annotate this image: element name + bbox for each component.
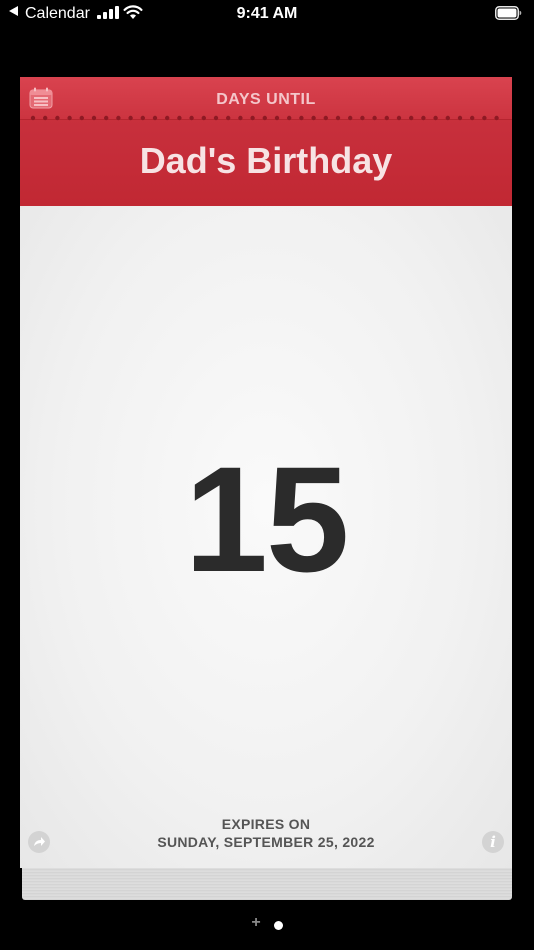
perforation-dot — [79, 115, 84, 121]
perforation-dot — [238, 115, 243, 121]
perforation-dot — [274, 115, 280, 121]
perforation-dot — [43, 115, 48, 121]
perforation-dot — [445, 115, 450, 121]
header-subtitle: DAYS UNTIL — [216, 91, 316, 108]
perforation-dot — [494, 115, 499, 121]
perforation-dot — [140, 115, 145, 121]
perforation-dot — [30, 115, 36, 121]
perforation-dot — [177, 115, 182, 121]
perforation-dot — [348, 115, 353, 121]
calendar-page: 15 EXPIRES ON SUNDAY, SEPTEMBER 25, 2022… — [20, 206, 512, 868]
header-top-strip: DAYS UNTIL — [20, 77, 512, 120]
perforation-dot — [213, 115, 219, 121]
perforation-dot — [201, 115, 206, 121]
perforation-dot — [360, 115, 365, 121]
event-title: Dad's Birthday — [139, 140, 393, 181]
perforation-dot — [384, 115, 389, 121]
perforation-dot — [104, 115, 109, 121]
perforation-dot — [226, 115, 231, 121]
perforation-dot — [116, 115, 121, 121]
perforation-dot — [396, 115, 402, 121]
page-indicator-dot[interactable] — [274, 921, 283, 930]
add-icon[interactable]: + — [250, 915, 262, 931]
perforation-dot — [421, 115, 426, 121]
perforation-dot — [67, 115, 72, 121]
perforation-divider — [30, 115, 499, 121]
perforation-dot — [189, 115, 194, 121]
perforation-dot — [372, 115, 377, 121]
perforation-dot — [311, 115, 316, 121]
perforation-dot — [433, 115, 438, 121]
perforation-dot — [409, 115, 414, 121]
perforation-dot — [128, 115, 133, 121]
perforation-dot — [323, 115, 328, 121]
perforation-dot — [335, 115, 341, 121]
perforation-dot — [152, 115, 158, 121]
perforation-dot — [482, 115, 487, 121]
expires-date: SUNDAY, SEPTEMBER 25, 2022 — [157, 834, 375, 850]
perforation-dot — [299, 115, 304, 121]
status-time: 9:41 AM — [236, 5, 298, 22]
days-count: 15 — [184, 435, 350, 603]
perforation-dot — [55, 115, 60, 121]
page-stack-edge — [22, 866, 512, 900]
perforation-dot — [287, 115, 292, 121]
perforation-dot — [457, 115, 463, 121]
status-bar: Calendar 9:41 AM — [0, 0, 534, 28]
perforation-dot — [262, 115, 267, 121]
expires-label: EXPIRES ON — [221, 816, 311, 832]
info-icon[interactable]: i — [482, 831, 504, 853]
perforation-dot — [165, 115, 170, 121]
battery-icon — [495, 6, 522, 20]
perforation-dot — [250, 115, 255, 121]
calendar-header: DAYS UNTIL Dad's Birthday — [20, 77, 512, 206]
perforation-dot — [470, 115, 475, 121]
perforation-dot — [91, 115, 97, 121]
